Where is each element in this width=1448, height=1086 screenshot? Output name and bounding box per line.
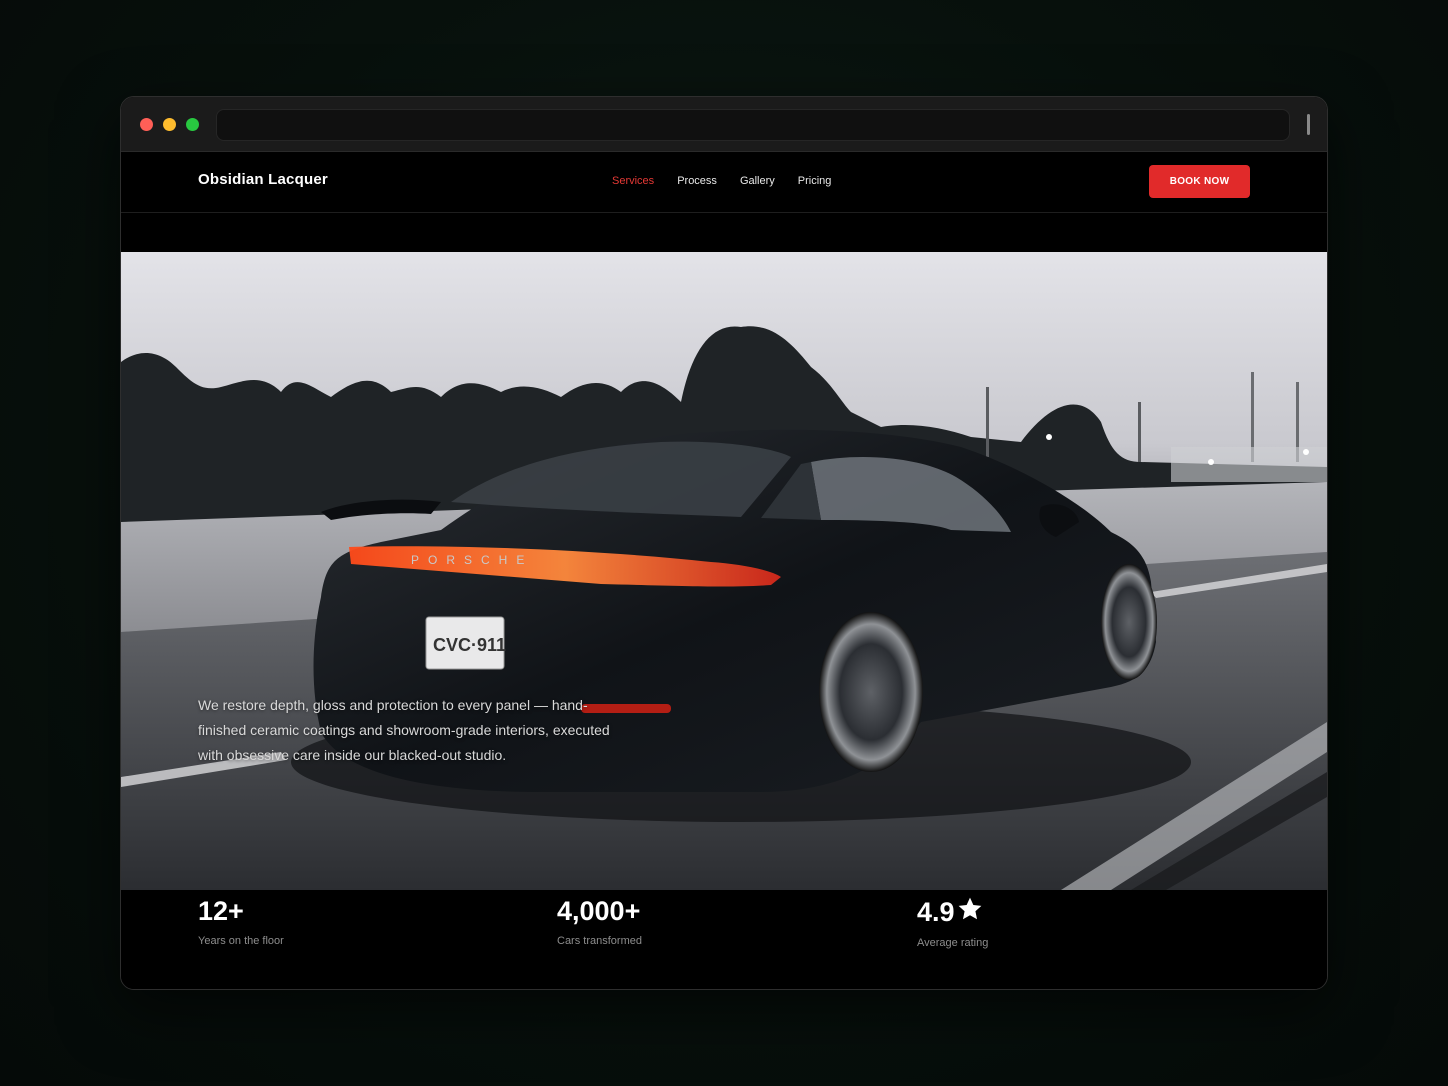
nav-link-gallery[interactable]: Gallery bbox=[740, 175, 775, 187]
nav-link-pricing[interactable]: Pricing bbox=[798, 175, 832, 187]
stat-label: Cars transformed bbox=[557, 935, 642, 947]
close-window-button[interactable] bbox=[140, 118, 153, 131]
stat-value: 4,000+ bbox=[557, 896, 641, 926]
nav-links: Services Process Gallery Pricing bbox=[612, 175, 831, 187]
hero-description: We restore depth, gloss and protection t… bbox=[198, 697, 610, 763]
stat-value: 12+ bbox=[198, 896, 244, 926]
star-icon bbox=[957, 896, 983, 929]
stat-value-row: 4.9 bbox=[917, 896, 988, 929]
stats-section: 12+ Years on the floor 4,000+ Cars trans… bbox=[121, 890, 1327, 989]
stat-label: Average rating bbox=[917, 937, 989, 949]
stat-label: Years on the floor bbox=[198, 935, 284, 947]
plate-text: CVC·911 bbox=[433, 635, 506, 655]
sports-car-photo: PORSCHE CVC·911 bbox=[121, 326, 1327, 890]
nav-link-process[interactable]: Process bbox=[677, 175, 717, 187]
browser-titlebar bbox=[121, 97, 1327, 152]
front-wheel bbox=[1101, 564, 1157, 680]
book-now-button[interactable]: BOOK NOW bbox=[1149, 165, 1250, 198]
hero-section: PORSCHE CVC·911 We restore depth, gloss … bbox=[121, 252, 1327, 890]
car-badge: PORSCHE bbox=[411, 553, 533, 567]
browser-window: Obsidian Lacquer Services Process Galler… bbox=[120, 96, 1328, 990]
stat-cars: 4,000+ Cars transformed bbox=[557, 896, 642, 947]
scrollbar-handle[interactable] bbox=[1307, 114, 1310, 135]
stat-value: 4.9 bbox=[917, 897, 955, 927]
stat-years: 12+ Years on the floor bbox=[198, 896, 284, 947]
rear-wheel bbox=[819, 612, 923, 772]
address-bar[interactable] bbox=[216, 109, 1290, 141]
minimize-window-button[interactable] bbox=[163, 118, 176, 131]
brand-logo[interactable]: Obsidian Lacquer bbox=[198, 171, 328, 188]
site-navbar: Obsidian Lacquer Services Process Galler… bbox=[121, 152, 1327, 213]
maximize-window-button[interactable] bbox=[186, 118, 199, 131]
nav-link-services[interactable]: Services bbox=[612, 175, 654, 187]
stat-rating: 4.9 Average rating bbox=[917, 896, 988, 949]
